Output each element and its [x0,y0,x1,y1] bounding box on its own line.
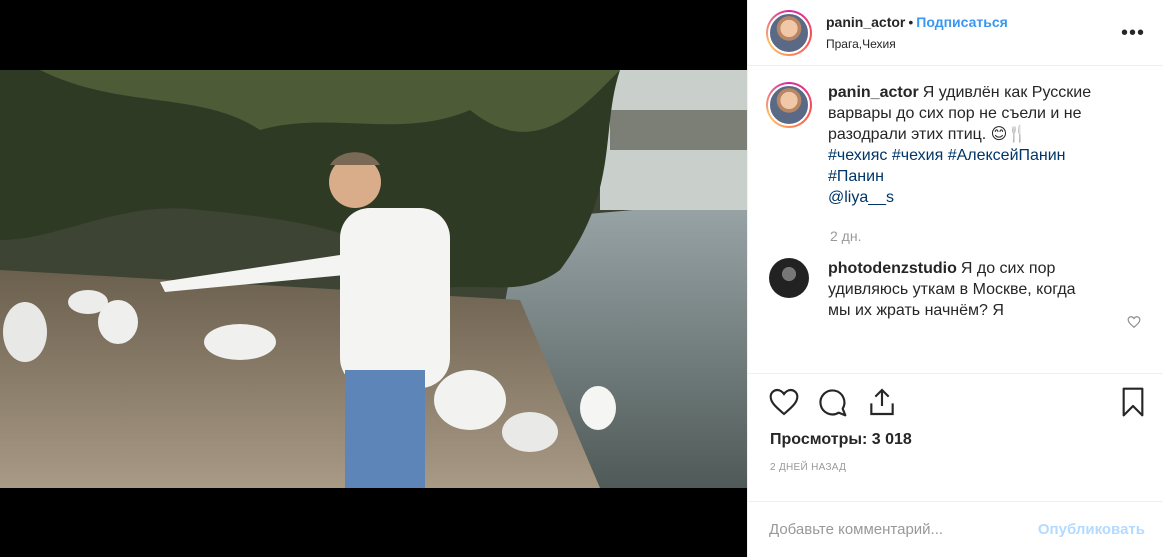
post-header: panin_actor • Подписаться Прага,Чехия ••• [748,0,1163,66]
comments-list[interactable]: panin_actor Я удивлён как Русские варвары… [748,66,1163,374]
post-side-panel: panin_actor • Подписаться Прага,Чехия ••• … [747,0,1163,557]
comment-username[interactable]: photodenzstudio [828,260,957,277]
publish-button[interactable]: Опубликовать [1038,521,1145,538]
author-username[interactable]: panin_actor [826,14,905,30]
caption-username[interactable]: panin_actor [828,84,919,101]
action-bar [768,386,1149,422]
post-date[interactable]: 2 ДНЕЙ НАЗАД [770,462,846,473]
caption-avatar-ring[interactable] [766,82,812,128]
author-avatar-ring[interactable] [766,9,812,56]
comment-like-icon[interactable] [1127,315,1141,329]
comment-bubble-icon[interactable] [816,386,848,418]
commenter-avatar[interactable] [769,258,809,298]
add-comment-bar: Добавьте комментарий... Опубликовать [748,501,1163,557]
hashtag-link[interactable]: #АлексейПанин [948,147,1066,164]
hashtag-link[interactable]: #Панин [828,168,884,185]
location-link[interactable]: Прага,Чехия [826,37,1008,52]
video-player[interactable] [0,70,747,488]
comment-item: photodenzstudio Я до сих пор удивляюсь ут… [766,258,1147,321]
video-frame [0,70,747,488]
comment-input[interactable]: Добавьте комментарий... [769,521,1038,538]
more-options-icon[interactable]: ••• [1121,23,1145,43]
caption-time[interactable]: 2 дн. [830,228,1147,244]
follow-button[interactable]: Подписаться [916,14,1008,30]
separator-dot: • [908,14,914,30]
save-bookmark-icon[interactable] [1117,386,1149,418]
share-upload-icon[interactable] [866,386,898,418]
instagram-post-view: panin_actor • Подписаться Прага,Чехия ••• … [0,0,1163,557]
hashtag-link[interactable]: #чехияс [828,147,887,164]
caption-text-block: panin_actor Я удивлён как Русские варвары… [828,82,1108,208]
hashtag-link[interactable]: #чехия [892,147,943,164]
caption-avatar[interactable] [768,84,810,126]
caption-item: panin_actor Я удивлён как Русские варвары… [766,82,1147,208]
mention-link[interactable]: @liya__s [828,189,894,206]
comment-text-block: photodenzstudio Я до сих пор удивляюсь ут… [828,258,1093,321]
author-avatar[interactable] [768,11,810,54]
media-area [0,0,747,557]
like-heart-icon[interactable] [768,386,800,418]
views-count[interactable]: Просмотры: 3 018 [770,431,912,449]
